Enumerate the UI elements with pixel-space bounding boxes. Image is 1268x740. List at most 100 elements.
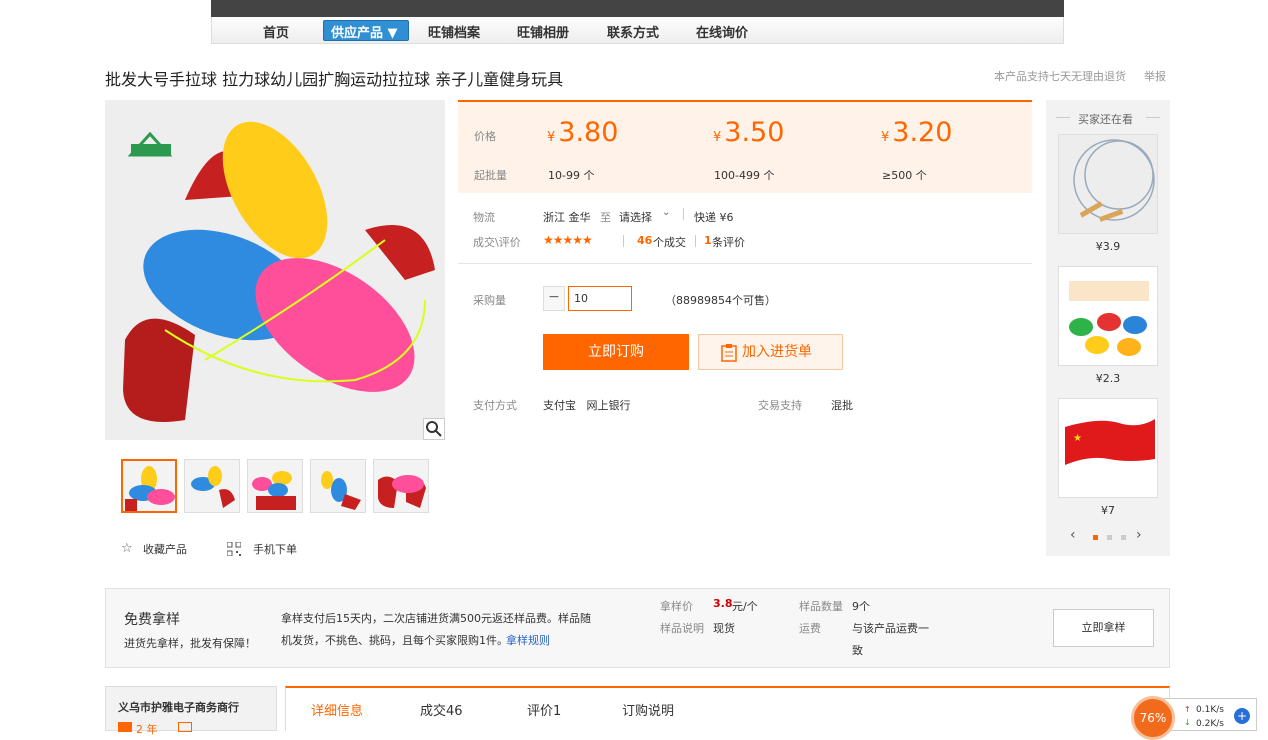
sample-freight-value-line1: 与该产品运费一 xyxy=(852,622,929,635)
shop-years: 2 年 xyxy=(136,723,158,736)
tab-details[interactable]: 详细信息 xyxy=(311,700,363,719)
product-photo xyxy=(105,100,445,440)
order-now-button[interactable]: 立即订购 xyxy=(543,334,689,370)
nav-shop-album[interactable]: 旺铺相册 xyxy=(517,22,569,41)
chevron-down-icon[interactable]: ⌄ xyxy=(662,207,670,218)
upload-speed: 0.1K/s xyxy=(1196,705,1224,715)
sample-qty-value: 9个 xyxy=(852,600,870,613)
network-speed-widget[interactable]: 76% ↑ 0.1K/s ↓ 0.2K/s + xyxy=(1131,696,1257,740)
deal-suffix: 个成交 xyxy=(653,236,686,249)
trade-support-label: 交易支持 xyxy=(758,399,802,412)
carousel-dot[interactable] xyxy=(1107,535,1112,540)
related-item-2-price[interactable]: ¥2.3 xyxy=(1058,372,1158,385)
moq-label: 起批量 xyxy=(474,169,507,182)
thumbnail-4[interactable] xyxy=(310,459,366,513)
sample-freight-value-line2: 致 xyxy=(852,644,863,657)
nav-contact[interactable]: 联系方式 xyxy=(607,22,659,41)
thumbnail-3[interactable] xyxy=(247,459,303,513)
sample-rules-link[interactable]: 拿样规则 xyxy=(506,632,550,648)
quantity-label: 采购量 xyxy=(473,294,506,307)
ship-to-word: 至 xyxy=(600,211,611,224)
sample-qty-label: 样品数量 xyxy=(799,600,843,613)
review-suffix: 条评价 xyxy=(712,236,745,249)
product-title: 批发大号手拉球 拉力球幼儿园扩胸运动拉拉球 亲子儿童健身玩具 xyxy=(105,70,564,89)
divider xyxy=(683,208,684,220)
thumbnail-1[interactable] xyxy=(121,459,177,513)
shop-nav-bar: 首页 供应产品 ▼ 旺铺档案 旺铺相册 联系方式 在线询价 xyxy=(211,17,1064,44)
get-sample-button[interactable]: 立即拿样 xyxy=(1053,609,1154,647)
return-policy-note[interactable]: 本产品支持七天无理由退货 xyxy=(994,68,1126,84)
logistics-label: 物流 xyxy=(473,211,495,224)
add-to-cart-button[interactable]: 加入进货单 xyxy=(698,334,843,370)
review-count[interactable]: 1 xyxy=(704,234,712,247)
star-outline-icon[interactable]: ☆ xyxy=(121,541,133,556)
nav-supply-products[interactable]: 供应产品 ▼ xyxy=(323,20,409,41)
related-item-3-image[interactable]: ★ xyxy=(1058,398,1158,498)
carousel-prev-icon[interactable]: ‹ xyxy=(1070,527,1076,543)
moq-tier-1: 10-99 个 xyxy=(548,169,595,182)
divider xyxy=(1146,117,1160,118)
rating-stars: ★★★★★ xyxy=(543,233,593,247)
clipboard-icon xyxy=(721,344,737,362)
available-stock: （88989854个可售） xyxy=(665,294,776,307)
related-item-1-price[interactable]: ¥3.9 xyxy=(1058,240,1158,253)
sample-price-unit: 元/个 xyxy=(732,600,758,613)
tab-order-notes[interactable]: 订购说明 xyxy=(622,700,674,719)
deal-count[interactable]: 46 xyxy=(637,234,652,247)
upload-arrow-icon: ↑ xyxy=(1184,705,1191,714)
carousel-dot-active[interactable] xyxy=(1093,535,1098,540)
detail-tabs: 详细信息 成交46 评价1 订购说明 xyxy=(285,686,1170,731)
price-tier-2: ¥3.50 xyxy=(713,117,785,148)
price-tier-1: ¥3.80 xyxy=(547,117,619,148)
price-label: 价格 xyxy=(474,130,496,143)
payment-methods: 支付宝 网上银行 xyxy=(543,399,631,412)
quantity-input[interactable]: 10 xyxy=(568,286,632,311)
nav-inquiry[interactable]: 在线询价 xyxy=(696,22,748,41)
sample-desc-line2: 机发货，不挑色、挑码，且每个买家限购1件。 xyxy=(281,634,508,647)
ship-from: 浙江 金华 xyxy=(543,211,591,224)
related-item-2-image[interactable] xyxy=(1058,266,1158,366)
thumbnail-2[interactable] xyxy=(184,459,240,513)
divider xyxy=(1056,117,1070,118)
divider xyxy=(695,235,696,247)
express-fee: 快递 ¥6 xyxy=(694,211,734,224)
favorite-product-link[interactable]: 收藏产品 xyxy=(143,541,187,557)
top-dark-bar xyxy=(211,0,1064,17)
nav-home[interactable]: 首页 xyxy=(263,22,289,41)
sample-price-label: 拿样价 xyxy=(660,600,693,613)
thumbnail-5[interactable] xyxy=(373,459,429,513)
report-link[interactable]: 举报 xyxy=(1144,68,1166,84)
related-item-1-image[interactable] xyxy=(1058,134,1158,234)
divider xyxy=(623,235,624,247)
quantity-decrease-button[interactable]: − xyxy=(543,286,565,311)
zoom-icon[interactable] xyxy=(423,418,445,440)
mobile-order-link[interactable]: 手机下单 xyxy=(253,541,297,557)
moq-tier-3: ≥500 个 xyxy=(882,169,927,182)
qr-code-icon[interactable] xyxy=(227,542,241,556)
shop-info-box: 义乌市护雅电子商务商行 2 年 xyxy=(105,686,277,736)
sample-subtitle: 进货先拿样，批发有保障！ xyxy=(124,637,256,650)
destination-select[interactable]: 请选择 xyxy=(619,209,652,225)
memory-percent-badge[interactable]: 76% xyxy=(1131,696,1175,740)
carousel-dot[interactable] xyxy=(1121,535,1126,540)
main-product-image[interactable] xyxy=(105,100,445,440)
section-divider xyxy=(458,263,1032,264)
sample-price-value: 3.8 xyxy=(713,597,733,610)
plus-icon[interactable]: + xyxy=(1234,708,1250,724)
related-item-3-price[interactable]: ¥7 xyxy=(1058,504,1158,517)
tab-deals[interactable]: 成交46 xyxy=(420,700,463,719)
sample-title: 免费拿样 xyxy=(124,612,180,628)
sample-note-label: 样品说明 xyxy=(660,622,704,635)
sample-freight-label: 运费 xyxy=(799,622,821,635)
sample-note-value: 现货 xyxy=(713,622,735,635)
shop-name[interactable]: 义乌市护雅电子商务商行 xyxy=(118,699,239,715)
price-tier-3: ¥3.20 xyxy=(881,117,953,148)
free-sample-bar: 免费拿样 进货先拿样，批发有保障！ 拿样支付后15天内，二次店铺进货满500元返… xyxy=(105,588,1170,668)
tab-reviews[interactable]: 评价1 xyxy=(527,700,561,719)
carousel-next-icon[interactable]: › xyxy=(1136,527,1142,543)
nav-shop-profile[interactable]: 旺铺档案 xyxy=(428,22,480,41)
svg-text:★: ★ xyxy=(1073,433,1082,444)
also-viewed-panel: 买家还在看 ¥3.9 ¥2.3 ★ ¥7 ‹ › xyxy=(1046,100,1170,556)
deals-label: 成交\评价 xyxy=(473,236,521,249)
add-to-cart-label: 加入进货单 xyxy=(742,344,812,360)
